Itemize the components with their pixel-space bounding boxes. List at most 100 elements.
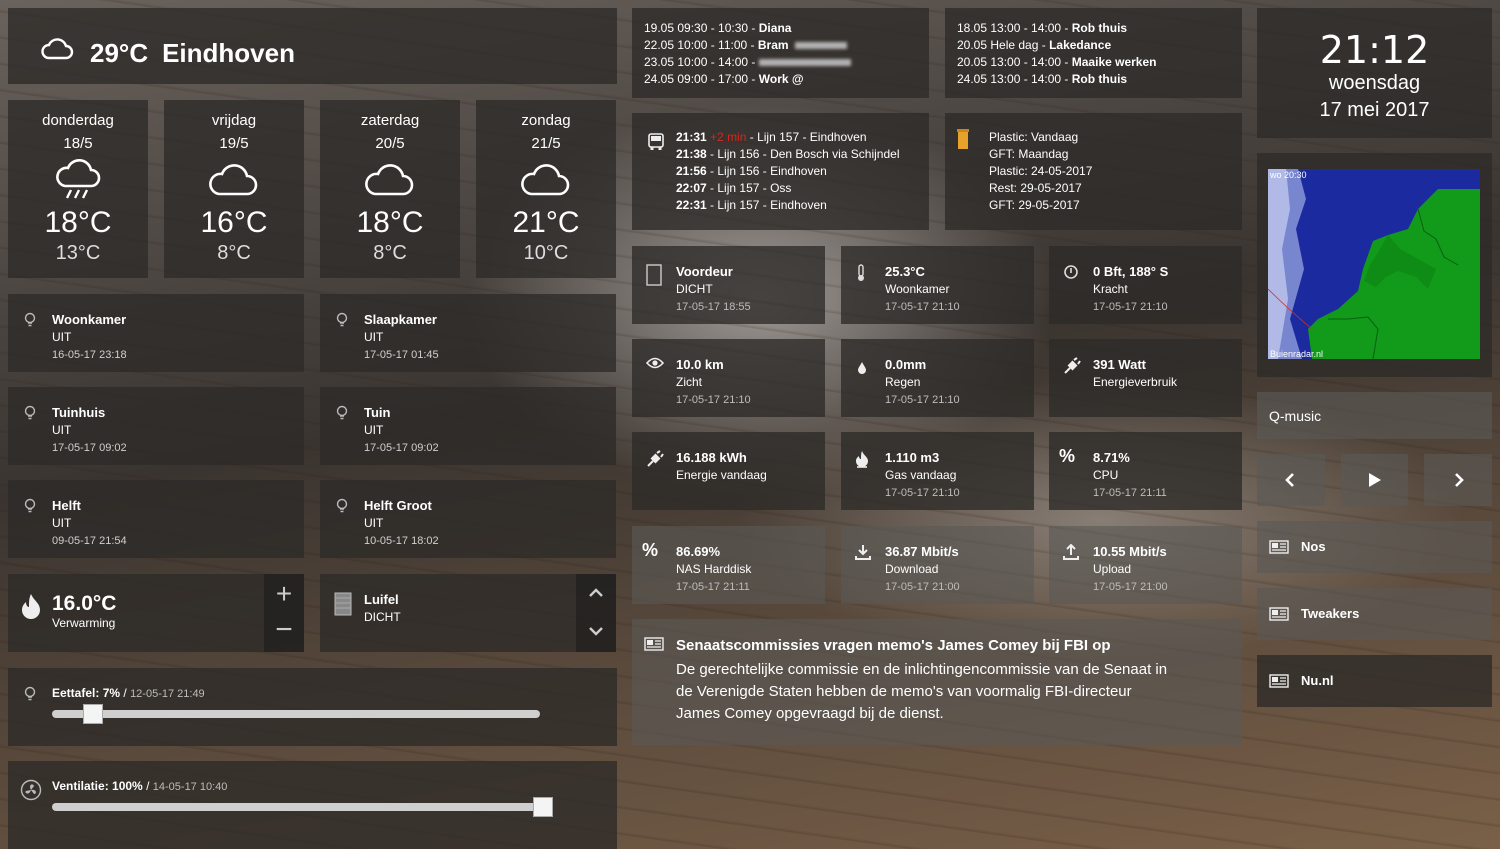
calendar-item: 24.05 09:00 - 17:00 - Work @ <box>644 72 804 86</box>
forecast-high: 16°C <box>200 206 268 239</box>
awning-name: Luifel <box>364 592 399 607</box>
calendar-list: 19.05 09:30 - 10:30 - Diana 22.05 10:00 … <box>644 20 851 88</box>
calendar-left: 19.05 09:30 - 10:30 - Diana 22.05 10:00 … <box>632 8 929 98</box>
door-icon <box>646 264 662 286</box>
dimmer-value: 7% <box>102 686 121 700</box>
light-slaapkamer[interactable]: Slaapkamer UIT 17-05-17 01:45 <box>320 294 616 372</box>
next-button[interactable] <box>1424 454 1492 506</box>
sensor-visibility: 10.0 km Zicht 17-05-17 21:10 <box>632 339 825 417</box>
increase-temp-button[interactable]: + <box>264 576 304 612</box>
chevron-down-icon[interactable] <box>588 626 604 636</box>
decrease-temp-button[interactable]: − <box>264 614 304 650</box>
forecast-day-3: zaterdag 20/5 18°C 8°C <box>320 100 460 278</box>
sensor-timestamp: 17-05-17 21:00 <box>1093 581 1168 593</box>
sensor-timestamp: 17-05-17 21:11 <box>1093 487 1167 499</box>
current-weather: 29°C Eindhoven <box>90 38 309 69</box>
light-tuin[interactable]: Tuin UIT 17-05-17 09:02 <box>320 387 616 465</box>
sensor-power: 391 Watt Energieverbruik <box>1049 339 1242 417</box>
play-button[interactable] <box>1341 454 1408 506</box>
device-timestamp: 16-05-17 23:18 <box>52 349 127 361</box>
sensor-rain: 0.0mm Regen 17-05-17 21:10 <box>841 339 1034 417</box>
sensor-voordeur: Voordeur DICHT 17-05-17 18:55 <box>632 246 825 324</box>
forecast-day: zondag <box>521 112 571 129</box>
news-article[interactable]: Senaatscommissies vragen memo's James Co… <box>632 619 1242 745</box>
departure-item: 21:38 - Lijn 156 - Den Bosch via Schijnd… <box>676 147 900 161</box>
awning-controls <box>576 574 616 652</box>
sensor-label: Download <box>885 562 939 576</box>
sensor-timestamp: 17-05-17 21:10 <box>676 394 751 406</box>
rain-radar[interactable]: wo 20:30 Buienradar.nl <box>1257 153 1492 377</box>
sensor-label: Energieverbruik <box>1093 375 1178 389</box>
forecast-high: 18°C <box>356 206 424 239</box>
calendar-item: 18.05 13:00 - 14:00 - Rob thuis <box>957 21 1128 35</box>
forecast-day-1: donderdag 18/5 18°C 13°C <box>8 100 148 278</box>
heating-temp: 16.0°C <box>52 592 117 615</box>
forecast-day: vrijdag <box>211 112 257 129</box>
light-tuinhuis[interactable]: Tuinhuis UIT 17-05-17 09:02 <box>8 387 304 465</box>
device-name: Slaapkamer <box>364 312 437 327</box>
calendar-item: 22.05 10:00 - 11:00 - Bram <box>644 37 851 54</box>
fan-icon <box>20 779 42 801</box>
forecast-day-2: vrijdag 19/5 16°C 8°C <box>164 100 304 278</box>
sensor-timestamp: 17-05-17 21:10 <box>885 394 960 406</box>
dimmer-slider-thumb[interactable] <box>533 797 553 817</box>
feed-tweakers[interactable]: Tweakers <box>1257 588 1492 640</box>
feed-nunl[interactable]: Nu.nl <box>1257 655 1492 707</box>
dimmer-eettafel: Eettafel: 7% / 12-05-17 21:49 <box>8 668 617 746</box>
prev-button[interactable] <box>1257 454 1325 506</box>
heating-label: Verwarming <box>52 616 116 630</box>
radar-credit: Buienradar.nl <box>1270 349 1324 359</box>
light-helft-groot[interactable]: Helft Groot UIT 10-05-17 18:02 <box>320 480 616 558</box>
dimmer-slider-track[interactable] <box>52 710 540 718</box>
sensor-value: 25.3°C <box>885 264 925 279</box>
light-woonkamer[interactable]: Woonkamer UIT 16-05-17 23:18 <box>8 294 304 372</box>
dimmer-slider-thumb[interactable] <box>82 704 103 724</box>
awning-state: DICHT <box>364 610 401 624</box>
drop-icon <box>858 362 866 374</box>
bulb-icon <box>336 498 348 513</box>
radar-timestamp: wo 20:30 <box>1270 170 1307 180</box>
device-state: UIT <box>52 516 72 530</box>
device-timestamp: 09-05-17 21:54 <box>52 535 127 547</box>
sensor-value: 0 Bft, 188° S <box>1093 264 1169 279</box>
sensor-timestamp: 17-05-17 18:55 <box>676 301 751 313</box>
sensor-wind: 0 Bft, 188° S Kracht 17-05-17 21:10 <box>1049 246 1242 324</box>
plug-icon <box>1064 357 1081 374</box>
sensor-value: 10.0 km <box>676 357 724 372</box>
cloud-icon <box>209 164 258 196</box>
dimmer-slider-track[interactable] <box>52 803 540 811</box>
bulb-icon <box>24 405 36 420</box>
sensor-value: 36.87 Mbit/s <box>885 544 959 559</box>
sensor-label: Regen <box>885 375 921 389</box>
sensor-temperature: 25.3°C Woonkamer 17-05-17 21:10 <box>841 246 1034 324</box>
sensor-upload: 10.55 Mbit/s Upload 17-05-17 21:00 <box>1049 526 1242 604</box>
clock-widget: 21:12 woensdag 17 mei 2017 <box>1257 8 1492 138</box>
heating-thermostat: 16.0°C Verwarming + − <box>8 574 304 652</box>
device-timestamp: 17-05-17 09:02 <box>52 442 127 454</box>
blinds-icon <box>334 592 352 616</box>
radio-station: Q-music <box>1257 392 1492 439</box>
feed-label: Nos <box>1301 539 1326 554</box>
device-name: Tuin <box>364 405 391 420</box>
sensor-nas: % 86.69% NAS Harddisk 17-05-17 21:11 <box>632 526 825 604</box>
cloud-icon <box>365 164 414 196</box>
chevron-up-icon[interactable] <box>588 588 604 598</box>
feed-nos[interactable]: Nos <box>1257 521 1492 573</box>
garbage-schedule: Plastic: Vandaag GFT: Maandag Plastic: 2… <box>945 113 1242 230</box>
bulb-icon <box>336 405 348 420</box>
thermometer-icon <box>858 264 864 281</box>
forecast-date: 19/5 <box>219 135 249 152</box>
light-helft[interactable]: Helft UIT 09-05-17 21:54 <box>8 480 304 558</box>
bulb-icon <box>24 686 36 701</box>
sensor-label: Zicht <box>676 375 703 389</box>
bulb-icon <box>336 312 348 327</box>
departure-item: 21:31 +2 min - Lijn 157 - Eindhoven <box>676 130 867 144</box>
weather-header: 29°C Eindhoven <box>8 8 617 84</box>
sensor-gas: 1.110 m3 Gas vandaag 17-05-17 21:10 <box>841 432 1034 510</box>
radio-station-name: Q-music <box>1269 408 1322 424</box>
eye-icon <box>646 357 664 369</box>
forecast-low: 13°C <box>55 242 101 264</box>
sensor-label: Gas vandaag <box>885 468 957 482</box>
forecast-day: donderdag <box>42 112 114 129</box>
dimmer-label: Eettafel: 7% / 12-05-17 21:49 <box>52 686 205 700</box>
